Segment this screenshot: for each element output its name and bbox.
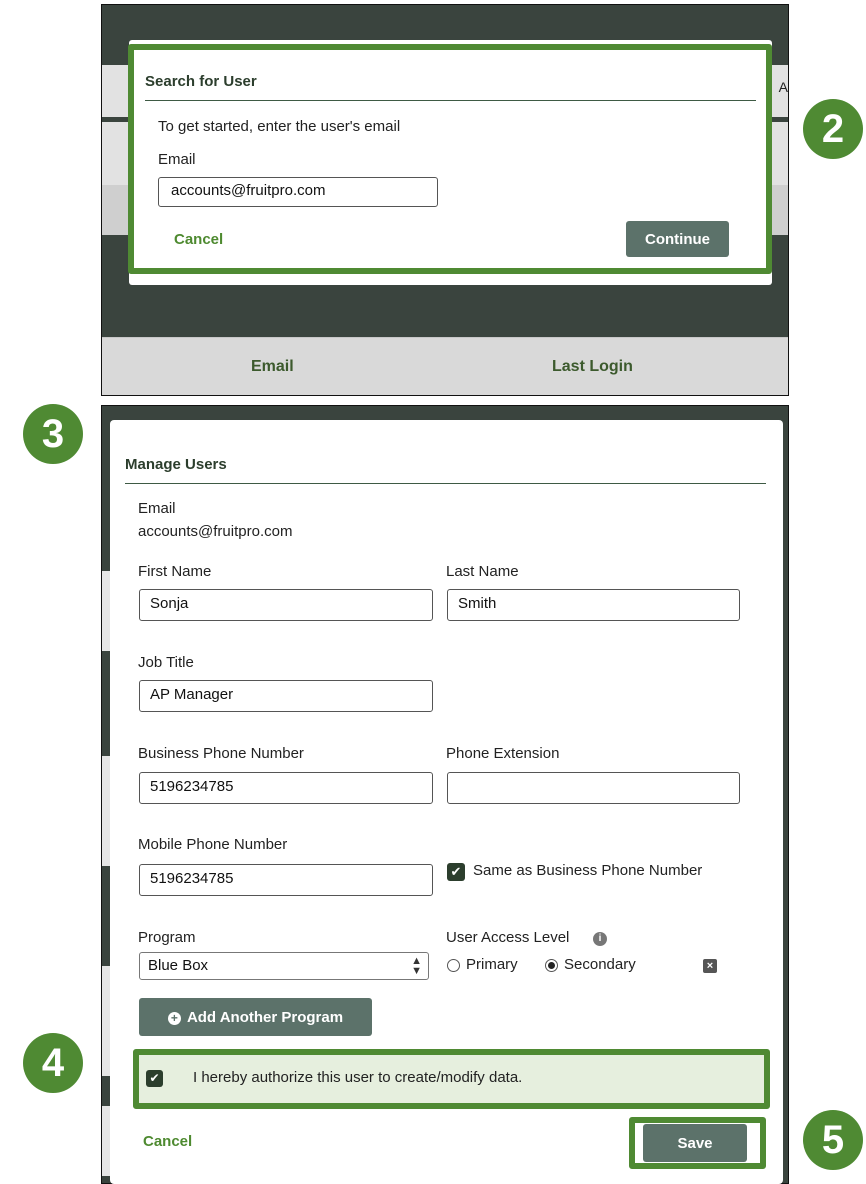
email-label: Email bbox=[138, 500, 176, 517]
same-as-business-label: Same as Business Phone Number bbox=[473, 862, 703, 879]
phone-extension-input[interactable] bbox=[447, 772, 740, 804]
business-phone-input[interactable]: 5196234785 bbox=[139, 772, 433, 804]
title-divider bbox=[145, 100, 756, 101]
background-edge-text: A bbox=[778, 79, 788, 95]
access-secondary-label: Secondary bbox=[564, 956, 636, 973]
plus-circle-icon: + bbox=[167, 1011, 181, 1025]
search-dialog-title: Search for User bbox=[145, 73, 257, 90]
authorize-checkbox[interactable]: ✔ bbox=[146, 1070, 163, 1087]
manage-cancel-link[interactable]: Cancel bbox=[143, 1133, 192, 1150]
access-secondary-radio[interactable] bbox=[545, 959, 558, 972]
user-access-level-label: User Access Level bbox=[446, 929, 570, 946]
access-primary-label: Primary bbox=[466, 956, 518, 973]
column-header-email[interactable]: Email bbox=[251, 358, 294, 376]
access-primary-radio[interactable] bbox=[447, 959, 460, 972]
search-cancel-link[interactable]: Cancel bbox=[174, 231, 223, 248]
program-select[interactable]: Blue Box ▲ ▼ bbox=[139, 952, 429, 980]
program-selected-value: Blue Box bbox=[148, 957, 209, 974]
column-header-last-login[interactable]: Last Login bbox=[552, 358, 633, 376]
save-button[interactable]: Save bbox=[643, 1124, 747, 1162]
business-phone-label: Business Phone Number bbox=[138, 745, 304, 762]
email-search-input[interactable]: accounts@fruitpro.com bbox=[158, 177, 438, 207]
info-icon[interactable]: i bbox=[593, 932, 607, 946]
manage-users-title: Manage Users bbox=[125, 456, 227, 473]
last-name-input[interactable]: Smith bbox=[447, 589, 740, 621]
continue-button[interactable]: Continue bbox=[626, 221, 729, 257]
step-badge-2: 2 bbox=[803, 99, 863, 159]
step-badge-4: 4 bbox=[23, 1033, 83, 1093]
select-arrows-icon: ▲ ▼ bbox=[411, 955, 422, 977]
phone-extension-label: Phone Extension bbox=[446, 745, 560, 762]
job-title-input[interactable]: AP Manager bbox=[139, 680, 433, 712]
step-badge-5: 5 bbox=[803, 1110, 863, 1170]
remove-program-icon[interactable]: × bbox=[703, 959, 717, 973]
program-label: Program bbox=[138, 929, 196, 946]
authorize-label: I hereby authorize this user to create/m… bbox=[193, 1069, 523, 1086]
first-name-label: First Name bbox=[138, 563, 212, 580]
add-program-label: Add Another Program bbox=[186, 1008, 344, 1026]
last-name-label: Last Name bbox=[446, 563, 519, 580]
mobile-phone-input[interactable]: 5196234785 bbox=[139, 864, 433, 896]
step-badge-3: 3 bbox=[23, 404, 83, 464]
background-table-header: Email Last Login bbox=[102, 337, 788, 395]
email-value: accounts@fruitpro.com bbox=[138, 523, 293, 540]
same-as-business-checkbox[interactable]: ✔ bbox=[447, 863, 465, 881]
first-name-input[interactable]: Sonja bbox=[139, 589, 433, 621]
search-intro-text: To get started, enter the user's email bbox=[158, 118, 401, 135]
job-title-label: Job Title bbox=[138, 654, 194, 671]
add-another-program-button[interactable]: + Add Another Program bbox=[139, 998, 372, 1036]
email-label: Email bbox=[158, 151, 196, 168]
mobile-phone-label: Mobile Phone Number bbox=[138, 836, 288, 853]
title-divider bbox=[125, 483, 766, 484]
